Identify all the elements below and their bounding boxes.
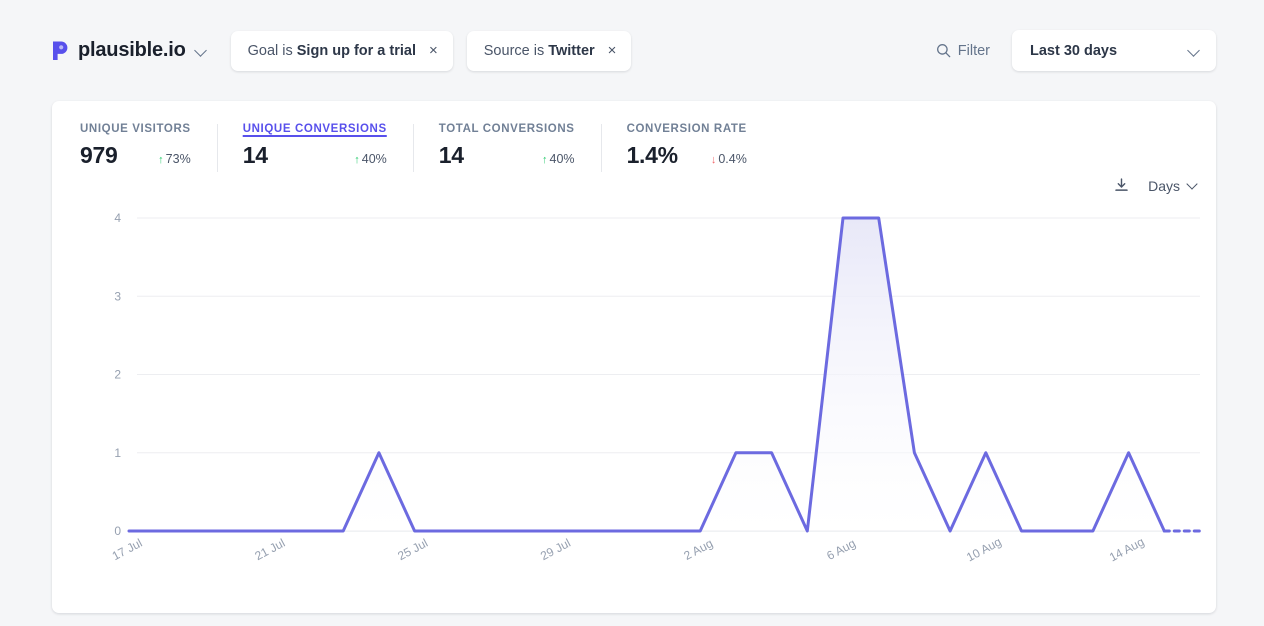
y-axis-tick: 3 — [114, 289, 121, 303]
metrics-row: UNIQUE VISITORS 979 ↑ 73% UNIQUE CONVERSI… — [52, 101, 1216, 172]
header-actions: Filter Last 30 days — [936, 30, 1216, 71]
download-icon[interactable] — [1113, 177, 1130, 194]
conversions-chart[interactable]: 0 1 2 3 4 17 Jul 21 Jul 25 Jul 29 Jul 2 Aug 6 Aug 1… — [52, 201, 1216, 613]
filter-prefix: Goal is — [247, 42, 293, 59]
remove-filter-icon[interactable]: × — [429, 43, 438, 58]
metric-value: 979 — [80, 142, 118, 168]
stats-card: UNIQUE VISITORS 979 ↑ 73% UNIQUE CONVERSI… — [52, 101, 1216, 613]
metric-row: 14 ↑ 40% — [439, 142, 575, 169]
metric-change: ↑ 73% — [132, 152, 191, 166]
metric-unique-visitors[interactable]: UNIQUE VISITORS 979 ↑ 73% — [52, 123, 217, 169]
metric-label[interactable]: TOTAL CONVERSIONS — [439, 123, 575, 135]
arrow-down-icon: ↓ — [710, 154, 717, 166]
chart-svg: 0 1 2 3 4 17 Jul 21 Jul 25 Jul 29 Jul 2 Aug 6 Aug 1… — [110, 211, 1202, 565]
filter-prefix: Source is — [483, 42, 545, 59]
chevron-down-icon[interactable] — [195, 45, 207, 57]
site-switcher[interactable]: plausible.io — [52, 39, 207, 62]
filter-button[interactable]: Filter — [936, 43, 990, 59]
arrow-up-icon: ↑ — [354, 154, 360, 166]
y-axis-tick: 0 — [114, 524, 121, 538]
chart-toolbar: Days — [1113, 177, 1198, 194]
filter-value: Sign up for a trial — [296, 42, 416, 59]
filter-value: Twitter — [548, 42, 595, 59]
metric-change: ↓ 0.4% — [685, 152, 747, 166]
metric-change-value: 40% — [361, 152, 387, 166]
metric-row: 979 ↑ 73% — [80, 142, 191, 169]
metric-total-conversions[interactable]: TOTAL CONVERSIONS 14 ↑ 40% — [412, 123, 601, 172]
y-axis-tick: 4 — [114, 211, 121, 225]
site-name: plausible.io — [78, 39, 186, 61]
interval-selector[interactable]: Days — [1148, 178, 1198, 194]
metric-row: 14 ↑ 40% — [243, 142, 387, 169]
x-axis-tick: 17 Jul — [110, 536, 145, 563]
x-axis-tick: 21 Jul — [252, 536, 287, 563]
metric-change: ↑ 40% — [328, 152, 387, 166]
top-header: plausible.io Goal is Sign up for a trial… — [0, 0, 1264, 101]
metric-unique-conversions[interactable]: UNIQUE CONVERSIONS 14 ↑ 40% — [216, 123, 413, 172]
x-axis-tick: 25 Jul — [395, 536, 430, 563]
x-axis-tick: 10 Aug — [964, 535, 1004, 565]
metric-value: 1.4% — [626, 142, 679, 168]
plausible-logo-icon — [52, 40, 69, 61]
filter-pill-source[interactable]: Source is Twitter × — [466, 30, 632, 71]
x-axis-tick: 6 Aug — [824, 536, 858, 563]
x-axis-tick: 14 Aug — [1107, 535, 1147, 565]
metric-label[interactable]: UNIQUE VISITORS — [80, 123, 191, 135]
chevron-down-icon — [1188, 45, 1200, 57]
y-axis-tick: 1 — [114, 446, 121, 460]
search-icon — [936, 43, 951, 58]
filter-pill-list: Goal is Sign up for a trial × Source is … — [230, 30, 632, 71]
metric-conversion-rate[interactable]: CONVERSION RATE 1.4% ↓ 0.4% — [600, 123, 773, 172]
metric-value: 14 — [242, 142, 268, 168]
metric-label[interactable]: CONVERSION RATE — [627, 123, 747, 135]
metric-change-value: 40% — [549, 152, 575, 166]
metric-label[interactable]: UNIQUE CONVERSIONS — [243, 123, 387, 135]
filter-button-label: Filter — [957, 42, 990, 59]
date-range-label: Last 30 days — [1030, 42, 1118, 59]
metric-change-value: 73% — [165, 152, 191, 166]
interval-label: Days — [1148, 177, 1180, 194]
arrow-up-icon: ↑ — [542, 154, 548, 166]
metric-row: 1.4% ↓ 0.4% — [627, 142, 747, 169]
metric-change: ↑ 40% — [516, 152, 575, 166]
filter-pill-goal[interactable]: Goal is Sign up for a trial × — [230, 30, 453, 71]
arrow-up-icon: ↑ — [158, 154, 164, 166]
x-axis-tick: 2 Aug — [681, 536, 715, 563]
x-axis-tick: 29 Jul — [538, 536, 573, 563]
date-range-picker[interactable]: Last 30 days — [1012, 30, 1216, 71]
metric-change-value: 0.4% — [718, 152, 747, 166]
remove-filter-icon[interactable]: × — [608, 43, 617, 58]
metric-value: 14 — [438, 142, 464, 168]
y-axis-tick: 2 — [114, 368, 121, 382]
chevron-down-icon — [1187, 180, 1198, 191]
